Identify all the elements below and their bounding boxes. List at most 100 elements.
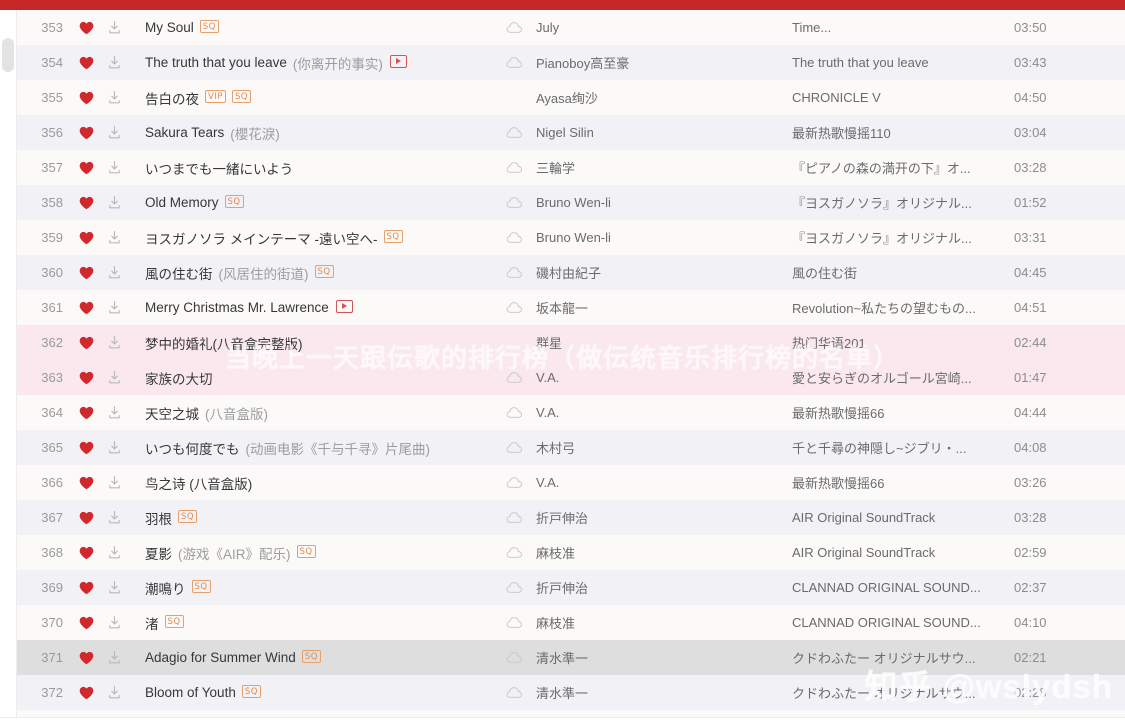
cloud-icon[interactable] xyxy=(492,441,536,454)
table-row[interactable]: 359 ヨスガノソラ メインテーマ -遠い空へ- SQ Bruno Wen-li 『ヨス… xyxy=(17,220,1125,255)
table-row[interactable]: 354 The truth that you leave (你离开的事实) Piano… xyxy=(17,45,1125,80)
table-row[interactable]: 358 Old Memory SQ Bruno Wen-li 『ヨスガノソラ』オリジナル… xyxy=(17,185,1125,220)
table-row[interactable]: 372 Bloom of Youth SQ 清水準一 クドわふたー オリジナルサウ...… xyxy=(17,675,1125,710)
cloud-icon[interactable] xyxy=(492,126,536,139)
heart-icon[interactable] xyxy=(73,651,99,665)
table-row[interactable]: 371 Adagio for Summer Wind SQ 清水準一 クドわふたー オリ… xyxy=(17,640,1125,675)
song-title-cell[interactable]: いつも何度でも (动画电影《千与千寻》片尾曲) xyxy=(129,438,492,458)
song-title-cell[interactable]: いつまでも一緒にいよう xyxy=(129,158,492,178)
cloud-icon[interactable] xyxy=(492,21,536,34)
song-title-cell[interactable]: 羽根 SQ xyxy=(129,508,492,528)
download-icon[interactable] xyxy=(99,510,129,525)
song-title-cell[interactable]: ヨスガノソラ メインテーマ -遠い空へ- SQ xyxy=(129,228,492,248)
artist-name[interactable]: 麻枝准 xyxy=(536,543,792,562)
table-row[interactable]: 361 Merry Christmas Mr. Lawrence 坂本龍一 Revol… xyxy=(17,290,1125,325)
artist-name[interactable]: 木村弓 xyxy=(536,438,792,457)
album-name[interactable]: 最新热歌慢摇66 xyxy=(792,403,1014,422)
song-title-cell[interactable]: 風の住む街 (风居住的街道) SQ xyxy=(129,263,492,283)
song-title-cell[interactable]: Old Memory SQ xyxy=(129,195,492,210)
download-icon[interactable] xyxy=(99,580,129,595)
album-name[interactable]: CHRONICLE V xyxy=(792,90,1014,105)
artist-name[interactable]: 折戸伸治 xyxy=(536,578,792,597)
cloud-icon[interactable] xyxy=(492,161,536,174)
album-name[interactable]: 热门华语201 xyxy=(792,333,1014,352)
album-name[interactable]: クドわふたー オリジナルサウ... xyxy=(792,683,1014,702)
download-icon[interactable] xyxy=(99,90,129,105)
artist-name[interactable]: 群星 xyxy=(536,333,792,352)
heart-icon[interactable] xyxy=(73,126,99,140)
cloud-icon[interactable] xyxy=(492,56,536,69)
download-icon[interactable] xyxy=(99,230,129,245)
cloud-icon[interactable] xyxy=(492,406,536,419)
mv-play-icon[interactable] xyxy=(335,300,353,313)
cloud-icon[interactable] xyxy=(492,546,536,559)
table-row[interactable]: 363 家族の大切 V.A. 愛と安らぎのオルゴール宮崎... 01:47 xyxy=(17,360,1125,395)
cloud-icon[interactable] xyxy=(492,476,536,489)
album-name[interactable]: 愛と安らぎのオルゴール宮崎... xyxy=(792,368,1014,387)
scrollbar-thumb[interactable] xyxy=(2,38,14,72)
album-name[interactable]: クドわふたー オリジナルサウ... xyxy=(792,648,1014,667)
download-icon[interactable] xyxy=(99,300,129,315)
album-name[interactable]: AIR Original SoundTrack xyxy=(792,545,1014,560)
song-title-cell[interactable]: Merry Christmas Mr. Lawrence xyxy=(129,300,492,315)
album-name[interactable]: 『ヨスガノソラ』オリジナル... xyxy=(792,228,1014,247)
heart-icon[interactable] xyxy=(73,266,99,280)
song-title-cell[interactable]: Adagio for Summer Wind SQ xyxy=(129,650,492,665)
table-row[interactable]: 366 鸟之诗 (八音盒版) V.A. 最新热歌慢摇66 03:26 xyxy=(17,465,1125,500)
heart-icon[interactable] xyxy=(73,406,99,420)
artist-name[interactable]: 折戸伸治 xyxy=(536,508,792,527)
album-name[interactable]: CLANNAD ORIGINAL SOUND... xyxy=(792,615,1014,630)
table-row[interactable]: 365 いつも何度でも (动画电影《千与千寻》片尾曲) 木村弓 千と千尋の神隠し~ジブリ… xyxy=(17,430,1125,465)
cloud-icon[interactable] xyxy=(492,616,536,629)
heart-icon[interactable] xyxy=(73,476,99,490)
album-name[interactable]: 『ヨスガノソラ』オリジナル... xyxy=(792,193,1014,212)
artist-name[interactable]: Bruno Wen-li xyxy=(536,195,792,210)
table-row[interactable]: 353 My Soul SQ July Time... 03:50 xyxy=(17,10,1125,45)
song-title-cell[interactable]: 家族の大切 xyxy=(129,368,492,388)
heart-icon[interactable] xyxy=(73,196,99,210)
table-row[interactable]: 360 風の住む街 (风居住的街道) SQ 磯村由紀子 風の住む街 04:45 xyxy=(17,255,1125,290)
artist-name[interactable]: 麻枝准 xyxy=(536,613,792,632)
song-title-cell[interactable]: 潮鳴り SQ xyxy=(129,578,492,598)
album-name[interactable]: AIR Original SoundTrack xyxy=(792,510,1014,525)
heart-icon[interactable] xyxy=(73,91,99,105)
download-icon[interactable] xyxy=(99,650,129,665)
artist-name[interactable]: V.A. xyxy=(536,475,792,490)
heart-icon[interactable] xyxy=(73,336,99,350)
download-icon[interactable] xyxy=(99,475,129,490)
table-row[interactable]: 369 潮鳴り SQ 折戸伸治 CLANNAD ORIGINAL SOUND... 02:… xyxy=(17,570,1125,605)
heart-icon[interactable] xyxy=(73,371,99,385)
artist-name[interactable]: 三輪学 xyxy=(536,158,792,177)
song-title-cell[interactable]: Bloom of Youth SQ xyxy=(129,685,492,700)
song-title-cell[interactable]: 渚 SQ xyxy=(129,613,492,633)
song-title-cell[interactable]: 鸟之诗 (八音盒版) xyxy=(129,473,492,493)
album-name[interactable]: 千と千尋の神隠し~ジブリ・... xyxy=(792,438,1014,457)
artist-name[interactable]: Pianoboy高至豪 xyxy=(536,53,792,72)
table-row[interactable]: 355 告白の夜 VIP SQ Ayasa绚沙 CHRONICLE V 04:50 xyxy=(17,80,1125,115)
table-row[interactable]: 362 梦中的婚礼(八音盒完整版) 群星 热门华语201 02:44 xyxy=(17,325,1125,360)
download-icon[interactable] xyxy=(99,265,129,280)
artist-name[interactable]: 清水準一 xyxy=(536,683,792,702)
song-title-cell[interactable]: The truth that you leave (你离开的事实) xyxy=(129,53,492,73)
download-icon[interactable] xyxy=(99,125,129,140)
table-row[interactable]: 356 Sakura Tears (櫻花淚) Nigel Silin 最新热歌慢摇110… xyxy=(17,115,1125,150)
song-title-cell[interactable]: My Soul SQ xyxy=(129,20,492,35)
table-row[interactable]: 370 渚 SQ 麻枝准 CLANNAD ORIGINAL SOUND... 04:10 xyxy=(17,605,1125,640)
table-row[interactable]: 357 いつまでも一緒にいよう 三輪学 『ピアノの森の満开の下』オ... 03:28 xyxy=(17,150,1125,185)
download-icon[interactable] xyxy=(99,195,129,210)
artist-name[interactable]: V.A. xyxy=(536,405,792,420)
cloud-icon[interactable] xyxy=(492,231,536,244)
mv-play-icon[interactable] xyxy=(389,55,407,68)
download-icon[interactable] xyxy=(99,20,129,35)
artist-name[interactable]: Bruno Wen-li xyxy=(536,230,792,245)
heart-icon[interactable] xyxy=(73,686,99,700)
album-name[interactable]: CLANNAD ORIGINAL SOUND... xyxy=(792,580,1014,595)
song-title-cell[interactable]: 梦中的婚礼(八音盒完整版) xyxy=(129,333,492,353)
heart-icon[interactable] xyxy=(73,511,99,525)
album-name[interactable]: 最新热歌慢摇66 xyxy=(792,473,1014,492)
cloud-icon[interactable] xyxy=(492,196,536,209)
cloud-icon[interactable] xyxy=(492,266,536,279)
heart-icon[interactable] xyxy=(73,581,99,595)
download-icon[interactable] xyxy=(99,160,129,175)
album-name[interactable]: Revolution~私たちの望むもの... xyxy=(792,298,1014,317)
